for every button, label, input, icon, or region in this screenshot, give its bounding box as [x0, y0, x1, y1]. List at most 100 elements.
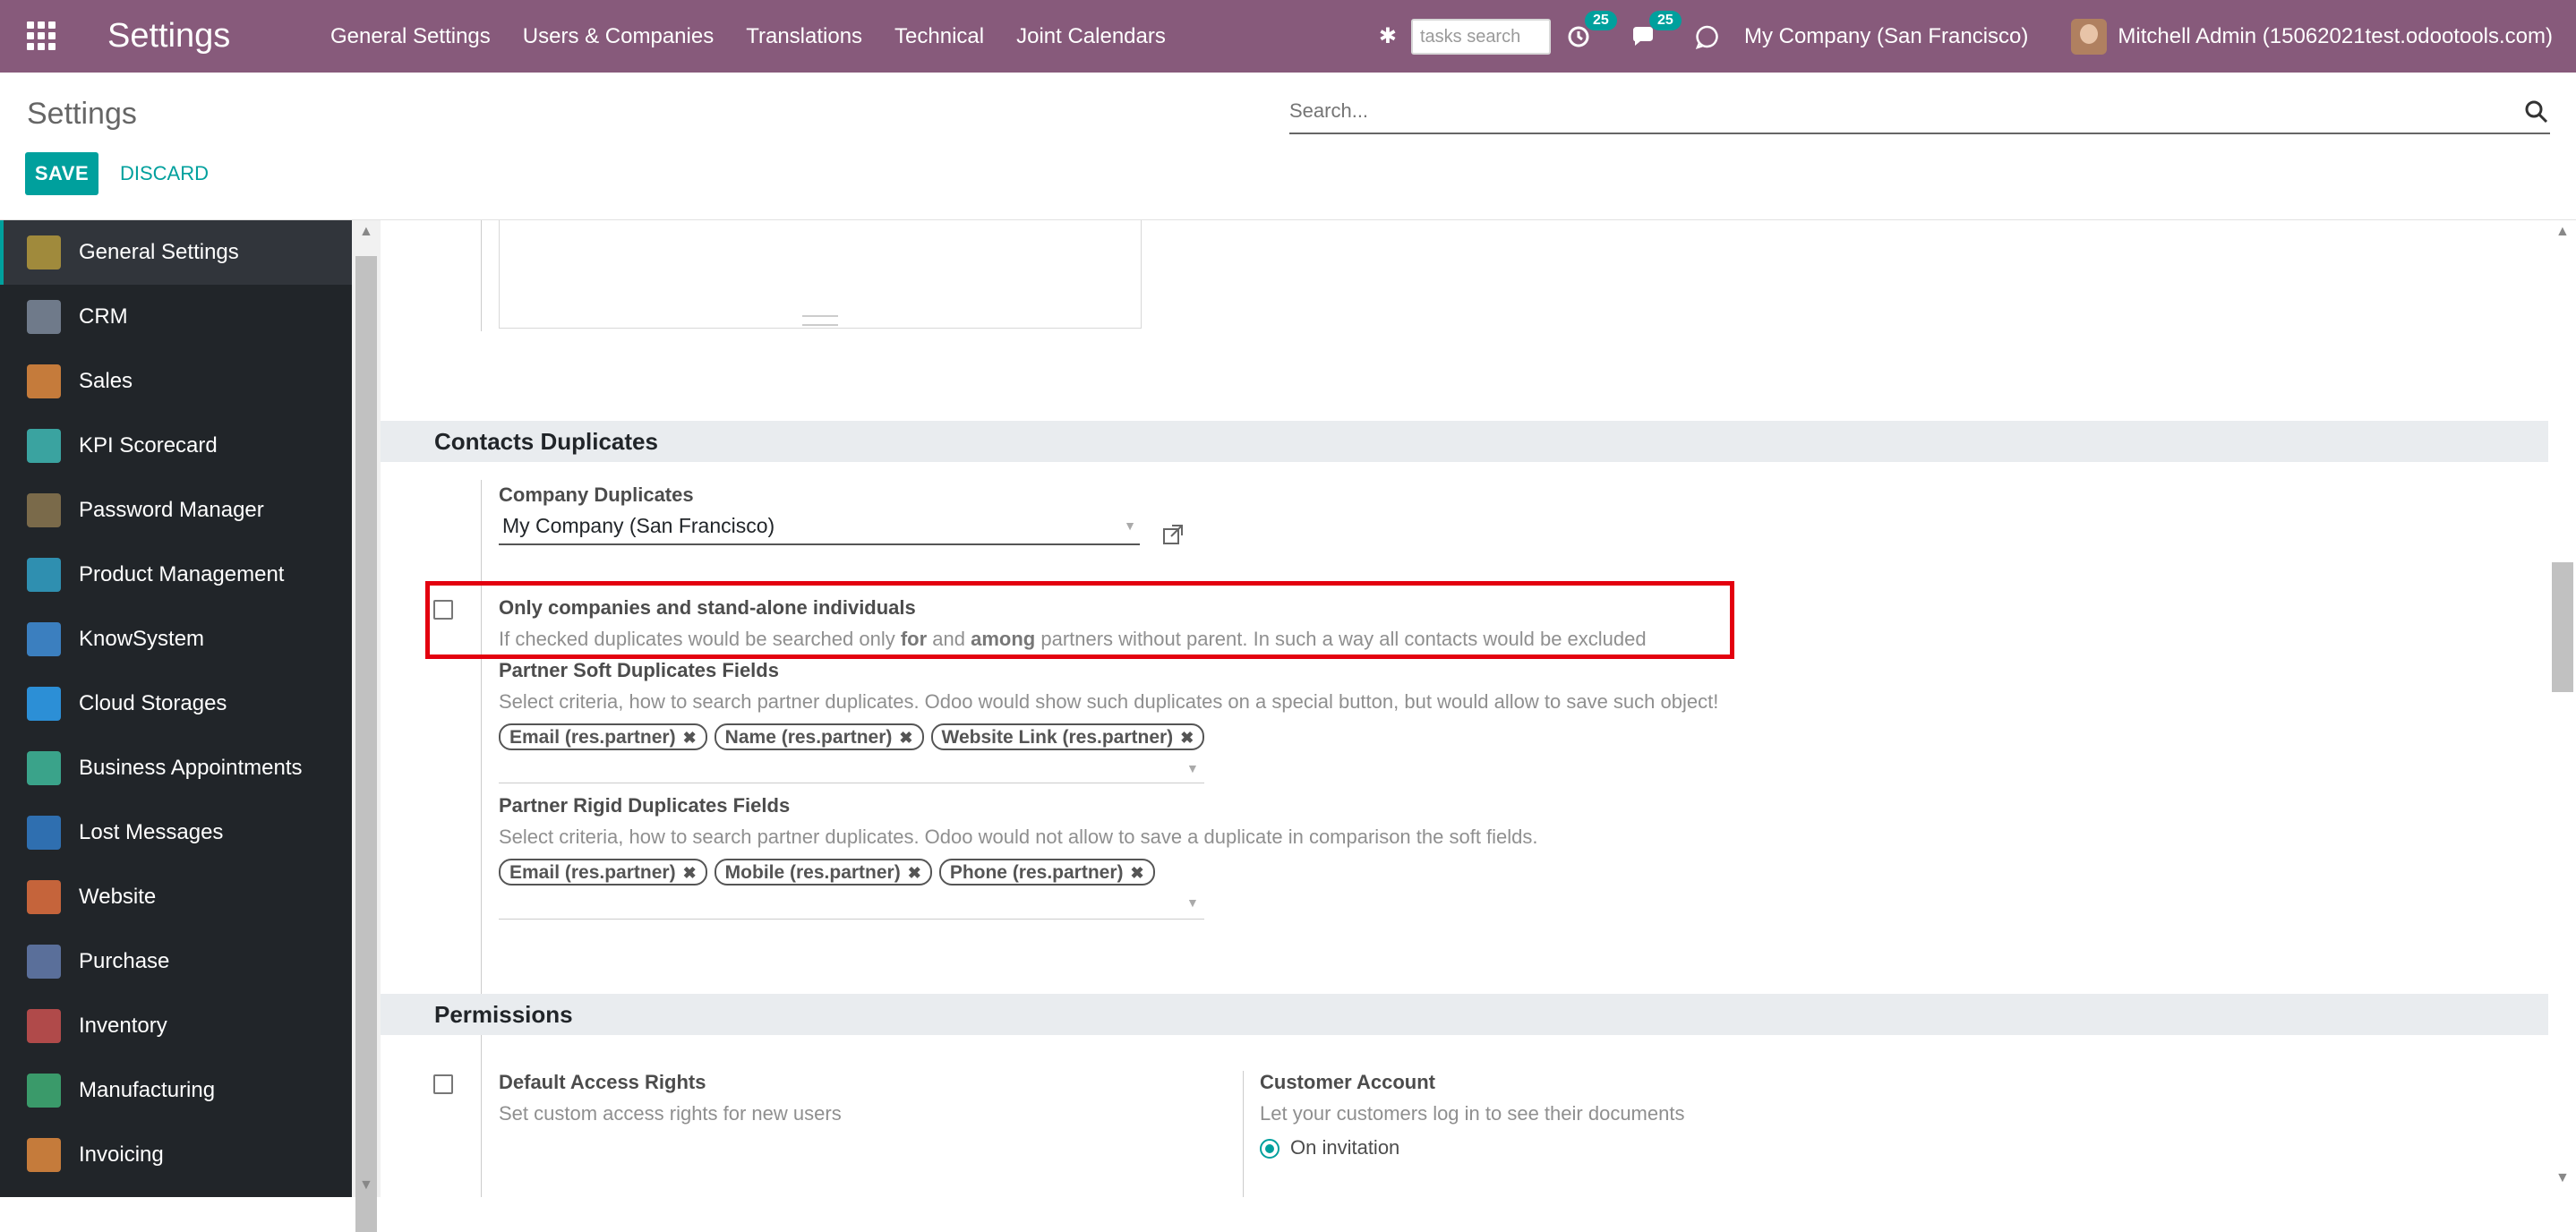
content-scroll-thumb[interactable]: [2552, 562, 2573, 692]
section-contacts-duplicates: Contacts Duplicates: [381, 421, 2548, 462]
sidebar-item-label: Purchase: [79, 949, 170, 973]
cloud-icon: [27, 687, 61, 721]
sidebar-item-password-manager[interactable]: Password Manager: [0, 478, 352, 543]
sidebar-item-website[interactable]: Website: [0, 865, 352, 929]
sidebar-item-cloud-storages[interactable]: Cloud Storages: [0, 672, 352, 736]
company-duplicates-label: Company Duplicates: [499, 483, 694, 506]
sidebar-item-product-management[interactable]: Product Management: [0, 543, 352, 607]
menu-general-settings[interactable]: General Settings: [330, 24, 491, 49]
sidebar-item-manufacturing[interactable]: Manufacturing: [0, 1058, 352, 1123]
sidebar-item-business-appointments[interactable]: Business Appointments: [0, 736, 352, 800]
rigid-duplicates-underline: [499, 919, 1204, 920]
tag-remove-icon[interactable]: ✖: [908, 864, 921, 882]
user-menu[interactable]: Mitchell Admin (15062021test.odootools.c…: [2118, 24, 2553, 49]
sidebar-item-sales[interactable]: Sales: [0, 349, 352, 414]
resize-grip-icon[interactable]: [802, 315, 838, 326]
tag-remove-icon[interactable]: ✖: [683, 864, 697, 882]
sidebar-item-invoicing[interactable]: Invoicing: [0, 1123, 352, 1187]
chevron-down-icon[interactable]: ▼: [1186, 895, 1199, 910]
menu-joint-calendars[interactable]: Joint Calendars: [1016, 24, 1166, 49]
tag-remove-icon[interactable]: ✖: [1180, 729, 1194, 747]
company-switcher[interactable]: My Company (San Francisco): [1744, 24, 2028, 49]
sidebar-item-inventory[interactable]: Inventory: [0, 994, 352, 1058]
rigid-duplicates-description: Select criteria, how to search partner d…: [499, 826, 1538, 848]
field-divider: [481, 220, 482, 331]
sidebar-item-kpi-scorecard[interactable]: KPI Scorecard: [0, 414, 352, 478]
sidebar-item-label: Sales: [79, 369, 133, 393]
top-navbar: Settings General Settings Users & Compan…: [0, 0, 2576, 73]
menu-users-companies[interactable]: Users & Companies: [523, 24, 714, 49]
chevron-down-icon[interactable]: ▼: [1186, 761, 1199, 775]
messages-chat-icon[interactable]: 25: [1630, 10, 1682, 50]
scroll-down-arrow-icon[interactable]: ▼: [359, 1177, 373, 1194]
navbar-systray: ✱ tasks search 25 25 My Company (San Fra…: [1379, 0, 2553, 73]
tag-soft-email[interactable]: Email (res.partner) ✖: [499, 723, 707, 750]
activity-clock-icon[interactable]: 25: [1565, 10, 1617, 50]
highlight-box: [425, 581, 1734, 659]
sidebar-item-label: Business Appointments: [79, 756, 303, 780]
sidebar-item-general-settings[interactable]: General Settings: [0, 220, 352, 285]
tag-soft-name[interactable]: Name (res.partner) ✖: [714, 723, 924, 750]
soft-duplicates-label: Partner Soft Duplicates Fields: [499, 659, 779, 681]
tag-rigid-email[interactable]: Email (res.partner) ✖: [499, 859, 707, 886]
sidebar-scroll-thumb[interactable]: [355, 256, 377, 1232]
sidebar-scrollbar[interactable]: ▲ ▼: [352, 220, 381, 1232]
save-button[interactable]: SAVE: [25, 152, 98, 195]
search-input[interactable]: [1289, 93, 2498, 129]
messages-count-badge: 25: [1648, 10, 1682, 30]
scroll-up-arrow-icon[interactable]: ▲: [359, 224, 373, 240]
scroll-down-arrow-icon[interactable]: ▼: [2555, 1170, 2570, 1186]
debug-bug-icon[interactable]: ✱: [1379, 23, 1397, 49]
menu-translations[interactable]: Translations: [746, 24, 862, 49]
company-duplicates-value: My Company (San Francisco): [502, 514, 775, 537]
person-question-icon: [27, 816, 61, 850]
chevron-down-icon: ▼: [1124, 518, 1136, 533]
sidebar-item-label: Inventory: [79, 1014, 167, 1038]
tag-soft-website[interactable]: Website Link (res.partner) ✖: [930, 723, 1205, 750]
default-access-rights-checkbox[interactable]: [433, 1074, 453, 1094]
tag-remove-icon[interactable]: ✖: [683, 729, 697, 747]
default-access-rights-label[interactable]: Default Access Rights: [499, 1071, 706, 1094]
sidebar-item-knowsystem[interactable]: KnowSystem: [0, 607, 352, 672]
app-brand[interactable]: Settings: [107, 14, 230, 57]
settings-sidebar: General Settings CRM Sales KPI Scorecard Pas…: [0, 220, 352, 1197]
discard-button[interactable]: DISCARD: [120, 152, 209, 195]
scroll-up-arrow-icon[interactable]: ▲: [2555, 224, 2570, 240]
on-invitation-label[interactable]: On invitation: [1290, 1136, 1399, 1159]
company-duplicates-select[interactable]: My Company (San Francisco) ▼: [499, 508, 1140, 545]
default-access-rights-description: Set custom access rights for new users: [499, 1102, 842, 1125]
content-scrollbar[interactable]: ▲ ▼: [2548, 220, 2576, 1197]
page-title: Settings: [27, 97, 137, 131]
tag-rigid-mobile[interactable]: Mobile (res.partner) ✖: [714, 859, 932, 886]
scorecard-icon: [27, 429, 61, 463]
customer-account-label: Customer Account: [1260, 1071, 1435, 1093]
sidebar-item-label: Cloud Storages: [79, 691, 227, 715]
menu-technical[interactable]: Technical: [894, 24, 984, 49]
resizable-field-frame: [499, 220, 1142, 329]
tag-rigid-phone[interactable]: Phone (res.partner) ✖: [938, 859, 1155, 886]
tag-remove-icon[interactable]: ✖: [1131, 864, 1144, 882]
sidebar-item-label: General Settings: [79, 240, 239, 264]
sidebar-item-purchase[interactable]: Purchase: [0, 929, 352, 994]
rigid-duplicates-label: Partner Rigid Duplicates Fields: [499, 794, 791, 817]
sidebar-item-label: CRM: [79, 304, 128, 329]
sidebar-item-label: Manufacturing: [79, 1078, 216, 1102]
search-icon[interactable]: [2523, 98, 2550, 125]
sidebar-item-lost-messages[interactable]: Lost Messages: [0, 800, 352, 865]
chart-line-icon: [27, 364, 61, 398]
section-permissions: Permissions: [381, 994, 2548, 1035]
odoobot-chat-icon[interactable]: [1694, 23, 1721, 50]
on-invitation-radio[interactable]: [1260, 1139, 1279, 1159]
sidebar-item-label: KnowSystem: [79, 627, 205, 651]
apps-grid-icon[interactable]: [27, 21, 56, 50]
external-link-icon[interactable]: [1161, 523, 1185, 546]
rigid-duplicates-tags[interactable]: Email (res.partner) ✖ Mobile (res.partner…: [499, 859, 1162, 886]
grid-icon: [27, 558, 61, 592]
top-menu: General Settings Users & Companies Trans…: [330, 0, 1198, 73]
settings-content: Contacts Duplicates Company Duplicates M…: [381, 220, 2548, 1197]
tasks-search-input[interactable]: tasks search: [1410, 18, 1551, 55]
tag-remove-icon[interactable]: ✖: [899, 729, 912, 747]
soft-duplicates-tags[interactable]: Email (res.partner) ✖ Name (res.partner) ✖…: [499, 723, 1211, 750]
sidebar-item-crm[interactable]: CRM: [0, 285, 352, 349]
user-avatar[interactable]: [2071, 18, 2108, 55]
